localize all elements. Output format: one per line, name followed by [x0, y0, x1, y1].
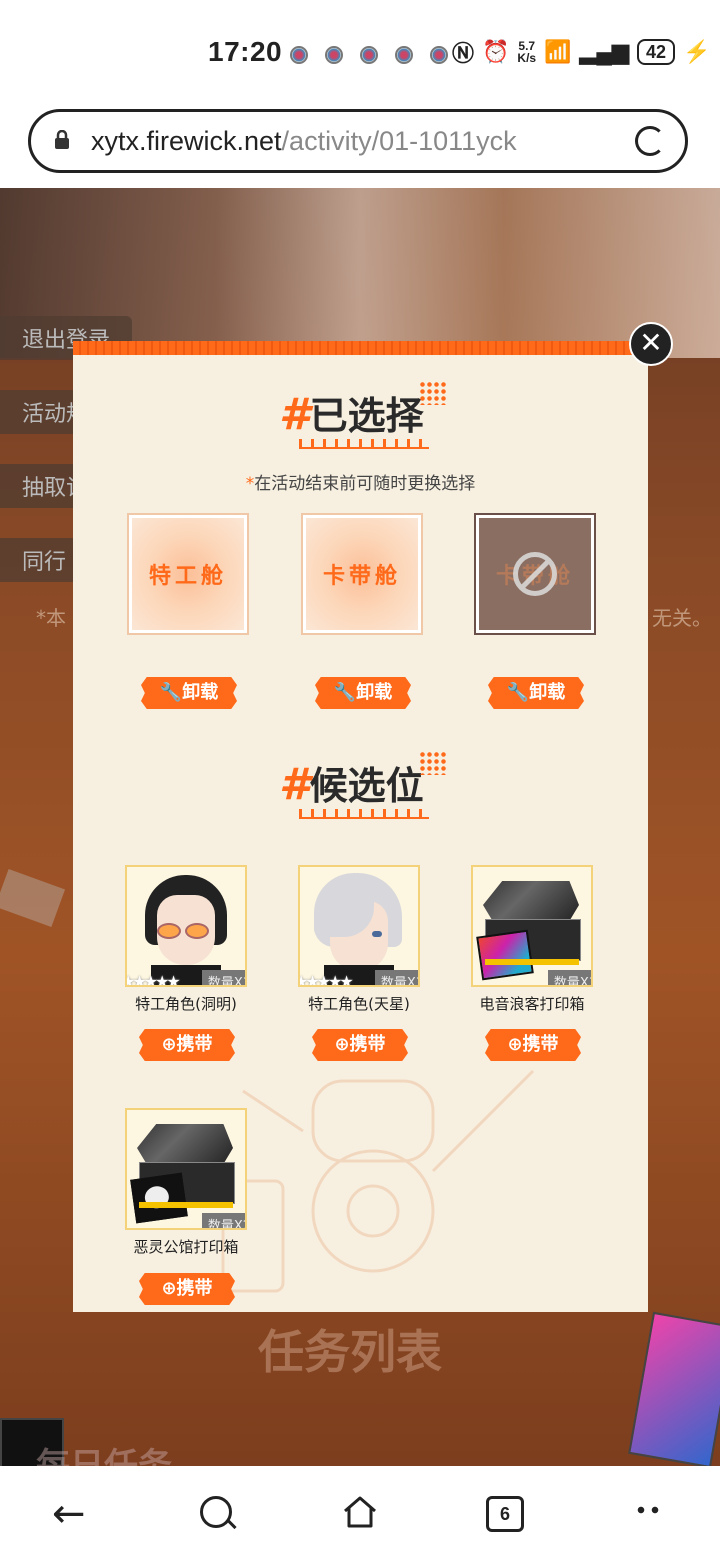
- lock-icon: [55, 130, 69, 149]
- tabs-button[interactable]: 6: [486, 1496, 524, 1532]
- selection-modal: #已选择 *在活动结束前可随时更换选择 特工舱 卡带舱 卡带舱 🔧卸载 🔧卸载 …: [73, 341, 648, 1312]
- plus-circle-icon: ⊕: [161, 1278, 177, 1299]
- carry-button[interactable]: ⊕携带: [312, 1029, 408, 1061]
- title-dots-decoration: [419, 381, 447, 405]
- selected-section-title: #已选择: [279, 389, 424, 440]
- daily-tasks-label[interactable]: 每日任务: [36, 1438, 172, 1466]
- nfc-icon: Ⓝ: [452, 41, 475, 66]
- candidate-item[interactable]: ★★★★★ 数量X1 特工角色(天星): [298, 865, 420, 1014]
- quantity-badge: 数量X2: [201, 1213, 245, 1228]
- wrench-icon: 🔧: [506, 682, 530, 703]
- clock: 17:20: [208, 36, 283, 67]
- printer-box-image: 数量X2: [125, 1108, 247, 1230]
- quantity-badge: 数量X1: [547, 970, 591, 985]
- printer-box-image: 数量X1: [471, 865, 593, 987]
- unload-button[interactable]: 🔧卸载: [315, 677, 411, 709]
- url-text[interactable]: xytx.firewick.net/activity/01-1011yck: [91, 126, 517, 157]
- signal-icon: ▂▄▆: [579, 39, 629, 64]
- agent-portrait-tianxing: ★★★★★ 数量X1: [298, 865, 420, 987]
- app-notification-icon: [290, 46, 308, 64]
- system-indicators: Ⓝ ⏰ 5.7 K/s 📶 ▂▄▆ 42 ⚡: [452, 36, 710, 68]
- background-note: *本: [36, 606, 66, 630]
- candidate-item[interactable]: ★★★★★ 数量X1 特工角色(洞明): [125, 865, 247, 1014]
- carry-button[interactable]: ⊕携带: [485, 1029, 581, 1061]
- close-icon[interactable]: ✕: [629, 322, 673, 366]
- item-name: 特工角色(天星): [308, 995, 410, 1013]
- rarity-stars: ★★★★★: [298, 972, 354, 987]
- quantity-badge: 数量X1: [201, 970, 245, 985]
- candidate-item[interactable]: 数量X1 电音浪客打印箱: [471, 865, 593, 1014]
- item-name: 恶灵公馆打印箱: [133, 1238, 239, 1256]
- plus-circle-icon: ⊕: [161, 1034, 177, 1055]
- rarity-stars: ★★★★★: [125, 972, 181, 987]
- search-icon[interactable]: [200, 1496, 232, 1528]
- selected-note: *在活动结束前可随时更换选择: [245, 474, 476, 494]
- app-notification-icon: [430, 46, 448, 64]
- decoration: [0, 868, 66, 928]
- address-bar[interactable]: xytx.firewick.net/activity/01-1011yck: [28, 109, 688, 173]
- status-bar: 17:20 Ⓝ ⏰ 5.7 K/s 📶 ▂▄▆ 42 ⚡: [0, 0, 720, 100]
- background-note-tail: 无关。: [652, 606, 712, 630]
- carry-button[interactable]: ⊕携带: [139, 1029, 235, 1061]
- title-ruler-decoration: [299, 809, 429, 819]
- wrench-icon: 🔧: [159, 682, 183, 703]
- item-name: 电音浪客打印箱: [479, 995, 585, 1013]
- plus-circle-icon: ⊕: [507, 1034, 523, 1055]
- item-name: 特工角色(洞明): [135, 995, 237, 1013]
- network-speed: 5.7 K/s: [517, 39, 537, 65]
- reload-icon[interactable]: [635, 126, 665, 156]
- charging-icon: ⚡: [682, 39, 711, 64]
- title-dots-decoration: [419, 751, 447, 775]
- candidate-item[interactable]: 数量X2 恶灵公馆打印箱: [125, 1108, 247, 1257]
- app-notification-icon: [325, 46, 343, 64]
- browser-bottom-bar: ← 6: [0, 1466, 720, 1560]
- menu-icon[interactable]: [634, 1498, 662, 1526]
- prohibited-icon: [513, 552, 557, 596]
- slot-label: 卡带舱: [322, 564, 401, 589]
- candidates-section-title: #候选位: [279, 759, 424, 810]
- unload-button[interactable]: 🔧卸载: [488, 677, 584, 709]
- cassette-slot[interactable]: 卡带舱: [301, 513, 423, 635]
- notification-icons: [290, 46, 448, 64]
- task-list-title: 任务列表: [258, 1325, 442, 1379]
- title-ruler-decoration: [299, 439, 429, 449]
- cassette-card-right: [628, 1311, 720, 1466]
- alarm-icon: ⏰: [482, 39, 510, 64]
- quantity-badge: 数量X1: [374, 970, 418, 985]
- app-notification-icon: [360, 46, 378, 64]
- agent-slot[interactable]: 特工舱: [127, 513, 249, 635]
- modal-top-stripe: [73, 341, 648, 355]
- wrench-icon: 🔧: [333, 682, 357, 703]
- plus-circle-icon: ⊕: [334, 1034, 350, 1055]
- carry-button[interactable]: ⊕携带: [139, 1273, 235, 1305]
- wifi-icon: 📶: [544, 39, 572, 64]
- back-icon[interactable]: ←: [52, 1494, 86, 1534]
- cassette-slot-locked: 卡带舱: [474, 513, 596, 635]
- battery-level: 42: [636, 39, 675, 65]
- home-icon[interactable]: [342, 1494, 378, 1530]
- machine-watermark: [221, 1069, 535, 1293]
- app-notification-icon: [395, 46, 413, 64]
- slot-label: 特工舱: [148, 564, 227, 589]
- agent-portrait-dongming: ★★★★★ 数量X1: [125, 865, 247, 987]
- unload-button[interactable]: 🔧卸载: [141, 677, 237, 709]
